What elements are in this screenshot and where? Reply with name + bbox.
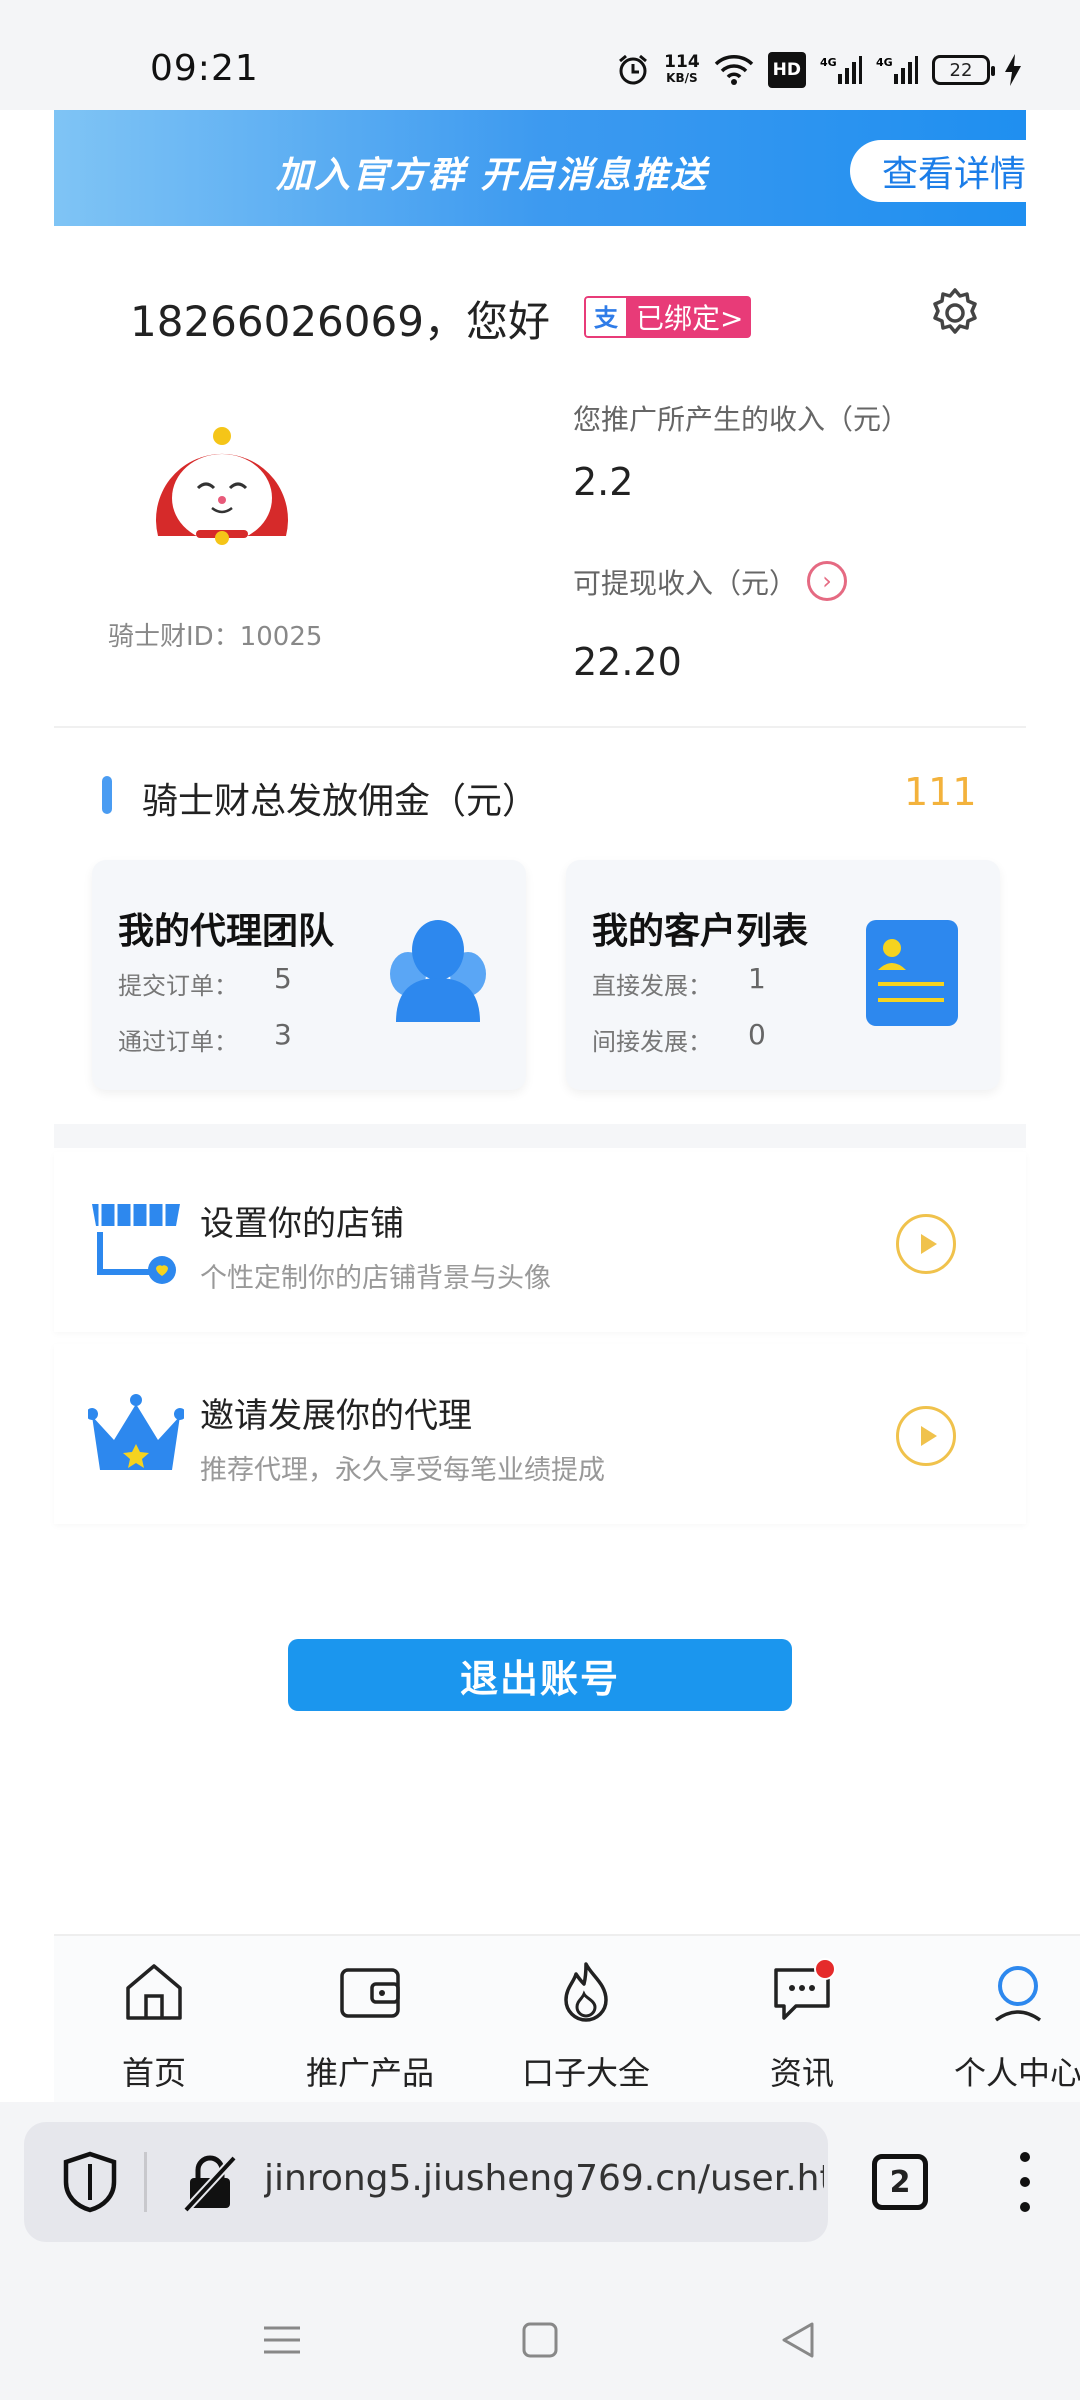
back-icon[interactable] xyxy=(768,2310,828,2370)
nav-item-home[interactable]: 首页 xyxy=(54,1950,254,2100)
nav-label-products: 推广产品 xyxy=(305,2054,434,2092)
svg-text:4G: 4G xyxy=(820,56,837,69)
charging-icon xyxy=(1004,52,1022,88)
agent-team-title: 我的代理团队 xyxy=(118,911,335,952)
crown-icon xyxy=(86,1388,186,1484)
greeting: 18266026069，您好 xyxy=(130,297,550,346)
avatar xyxy=(138,418,306,548)
submitted-orders-value: 5 xyxy=(274,962,292,995)
withdraw-chevron-icon[interactable]: › xyxy=(807,561,847,601)
flame-icon xyxy=(554,1960,618,2024)
bound-badge[interactable]: 支 已绑定> xyxy=(584,296,752,338)
indirect-dev-value: 0 xyxy=(748,1018,766,1051)
shield-icon[interactable] xyxy=(60,2150,120,2214)
nav-item-products[interactable]: 推广产品 xyxy=(270,1950,470,2100)
recents-icon[interactable] xyxy=(252,2310,312,2370)
promo-income-value: 2.2 xyxy=(573,460,634,504)
person-icon xyxy=(986,1960,1050,2024)
address-divider xyxy=(144,2152,147,2212)
withdrawable-value: 22.20 xyxy=(573,640,682,684)
settings-gear-icon[interactable] xyxy=(928,286,982,340)
agent-team-card[interactable]: 我的代理团队 提交订单： 5 通过订单： 3 xyxy=(92,860,526,1090)
home-button-icon[interactable] xyxy=(510,2310,570,2370)
play-icon[interactable] xyxy=(896,1214,956,1274)
setup-shop-row[interactable]: 设置你的店铺 个性定制你的店铺背景与头像 xyxy=(54,1152,1026,1332)
banner-text: 加入官方群 开启消息推送 xyxy=(276,155,709,196)
net-speed-value: 114 xyxy=(664,52,700,72)
net-speed-unit: KB/S xyxy=(666,71,698,85)
insecure-lock-icon[interactable] xyxy=(180,2150,240,2214)
status-bar: 09:21 114 KB/S HD 4G 4G 22 xyxy=(0,0,1080,110)
nav-label-profile: 个人中心 xyxy=(953,2054,1080,2092)
battery-icon: 22 xyxy=(932,55,995,85)
status-time: 09:21 xyxy=(150,48,259,89)
team-icon xyxy=(378,914,498,1024)
tabs-button[interactable]: 2 xyxy=(872,2154,928,2210)
shop-icon xyxy=(88,1196,184,1292)
invite-agent-subtitle: 推荐代理，永久享受每笔业绩提成 xyxy=(200,1455,605,1486)
submitted-orders-label: 提交订单： xyxy=(118,972,238,1000)
customer-list-title: 我的客户列表 xyxy=(592,911,809,952)
system-nav xyxy=(0,2280,1080,2400)
commission-value: 111 xyxy=(904,770,977,814)
section-marker xyxy=(102,776,112,814)
customer-list-card[interactable]: 我的客户列表 直接发展： 1 间接发展： 0 xyxy=(566,860,1000,1090)
nav-label-loans: 口子大全 xyxy=(521,2054,650,2092)
wallet-icon xyxy=(338,1960,402,2024)
nav-item-loans[interactable]: 口子大全 xyxy=(486,1950,686,2100)
withdrawable-label: 可提现收入（元） xyxy=(573,567,798,600)
nav-label-news: 资讯 xyxy=(769,2054,834,2092)
address-bar[interactable]: jinrong5.jiusheng769.cn/user.ht xyxy=(24,2122,828,2242)
signal-4g-icon: 4G xyxy=(876,52,918,88)
url-text[interactable]: jinrong5.jiusheng769.cn/user.ht xyxy=(264,2158,824,2199)
setup-shop-subtitle: 个性定制你的店铺背景与头像 xyxy=(200,1263,551,1294)
invite-agent-row[interactable]: 邀请发展你的代理 推荐代理，永久享受每笔业绩提成 xyxy=(54,1344,1026,1524)
promo-income-label: 您推广所产生的收入（元） xyxy=(573,403,910,436)
bottom-nav: 首页 推广产品 口子大全 资讯 个人中心 xyxy=(54,1934,1080,2102)
signal-4g-icon: 4G xyxy=(820,52,862,88)
net-speed: 114 KB/S xyxy=(664,52,700,88)
direct-dev-label: 直接发展： xyxy=(592,972,712,1000)
notification-dot xyxy=(814,1958,836,1980)
bound-label: 已绑定> xyxy=(628,296,752,338)
alarm-icon xyxy=(616,52,650,88)
hd-badge: HD xyxy=(767,52,806,88)
setup-shop-title: 设置你的店铺 xyxy=(200,1204,404,1244)
user-id: 骑士财ID：10025 xyxy=(108,622,323,652)
alipay-icon: 支 xyxy=(584,296,628,338)
commission-label: 骑士财总发放佣金（元） xyxy=(142,781,539,822)
svg-text:4G: 4G xyxy=(876,56,893,69)
play-icon[interactable] xyxy=(896,1406,956,1466)
nav-label-home: 首页 xyxy=(121,2054,186,2092)
approved-orders-value: 3 xyxy=(274,1018,292,1051)
contact-card-icon xyxy=(864,918,960,1028)
nav-item-profile[interactable]: 个人中心 xyxy=(918,1950,1080,2100)
section-gap xyxy=(54,1124,1026,1148)
direct-dev-value: 1 xyxy=(748,962,766,995)
view-details-button[interactable]: 查看详情 xyxy=(850,140,1058,202)
logout-button[interactable]: 退出账号 xyxy=(288,1639,792,1711)
status-icons: 114 KB/S HD 4G 4G 22 xyxy=(616,50,1022,90)
join-group-banner[interactable]: 加入官方群 开启消息推送 查看详情 xyxy=(54,110,1058,226)
indirect-dev-label: 间接发展： xyxy=(592,1028,712,1056)
svg-text:支: 支 xyxy=(594,304,619,332)
invite-agent-title: 邀请发展你的代理 xyxy=(200,1396,472,1436)
approved-orders-label: 通过订单： xyxy=(118,1028,238,1056)
nav-item-news[interactable]: 资讯 xyxy=(702,1950,902,2100)
more-menu-icon[interactable] xyxy=(1010,2152,1040,2212)
divider xyxy=(54,726,1026,728)
wifi-icon xyxy=(714,52,754,88)
home-icon xyxy=(122,1960,186,2024)
